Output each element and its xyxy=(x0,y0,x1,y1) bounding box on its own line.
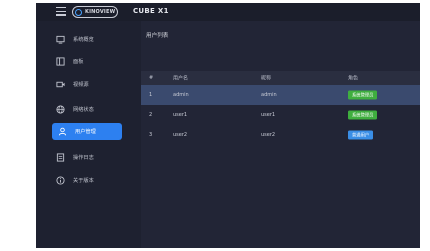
role-badge: 系统管理员 xyxy=(348,90,378,100)
video-source-icon xyxy=(56,80,65,89)
column-header-nickname[interactable]: 昵称 xyxy=(261,75,271,82)
sidebar-item-label: 网络状态 xyxy=(73,106,94,113)
role-badge: 普通用户 xyxy=(348,130,374,140)
sidebar-item-about[interactable]: 关于版本 xyxy=(50,173,114,187)
row-nickname: user2 xyxy=(261,132,276,138)
row-index: 1 xyxy=(149,92,153,98)
sidebar-item-users[interactable]: 用户管理 xyxy=(52,123,122,140)
table-header: # 用户名 昵称 角色 xyxy=(141,71,420,85)
table-row[interactable]: 1 admin admin 系统管理员 xyxy=(141,85,420,105)
sidebar-item-logs[interactable]: 操作日志 xyxy=(50,150,114,164)
app-window: KINOVIEW CUBE X1 系统概览 面板 视频源 网络状态 用户管理 操… xyxy=(36,3,420,248)
user-table: # 用户名 昵称 角色 1 admin admin 系统管理员 2 user1 … xyxy=(141,71,420,145)
panel-icon xyxy=(56,56,65,66)
user-icon xyxy=(58,127,67,136)
top-bar: KINOVIEW CUBE X1 xyxy=(36,3,420,21)
row-username: user2 xyxy=(173,132,188,138)
logo-mark-icon xyxy=(75,8,82,16)
role-badge: 系统管理员 xyxy=(348,110,378,120)
sidebar-item-panel[interactable]: 面板 xyxy=(50,54,114,68)
row-nickname: admin xyxy=(261,92,277,98)
globe-icon xyxy=(56,104,65,114)
sidebar-item-video-source[interactable]: 视频源 xyxy=(50,77,114,91)
sidebar-item-label: 用户管理 xyxy=(75,129,96,135)
sidebar-item-label: 视频源 xyxy=(73,81,89,88)
table-row[interactable]: 2 user1 user1 系统管理员 xyxy=(141,105,420,125)
page-title: 用户列表 xyxy=(146,33,169,39)
sidebar-item-label: 系统概览 xyxy=(73,36,94,43)
row-username: user1 xyxy=(173,112,188,118)
row-index: 2 xyxy=(149,112,153,118)
main-content: 用户列表 # 用户名 昵称 角色 1 admin admin 系统管理员 2 u… xyxy=(141,21,420,248)
sidebar-item-label: 面板 xyxy=(73,58,84,65)
info-icon xyxy=(56,175,65,185)
sidebar-item-overview[interactable]: 系统概览 xyxy=(50,32,114,46)
brand-logo: KINOVIEW xyxy=(72,6,118,18)
sidebar-item-label: 关于版本 xyxy=(73,177,94,184)
column-header-index[interactable]: # xyxy=(149,75,153,81)
app-title: CUBE X1 xyxy=(133,7,169,15)
table-row[interactable]: 3 user2 user2 普通用户 xyxy=(141,125,420,145)
sidebar: 系统概览 面板 视频源 网络状态 用户管理 操作日志 关于版本 xyxy=(36,21,141,248)
column-header-role[interactable]: 角色 xyxy=(348,75,358,82)
menu-icon[interactable] xyxy=(56,7,66,16)
row-username: admin xyxy=(173,92,189,98)
sidebar-item-label: 操作日志 xyxy=(73,154,94,161)
logo-text: KINOVIEW xyxy=(85,9,116,15)
column-header-username[interactable]: 用户名 xyxy=(173,75,188,82)
monitor-icon xyxy=(56,35,65,44)
log-icon xyxy=(56,152,65,162)
sidebar-item-network[interactable]: 网络状态 xyxy=(50,102,114,116)
row-nickname: user1 xyxy=(261,112,276,118)
row-index: 3 xyxy=(149,132,153,138)
